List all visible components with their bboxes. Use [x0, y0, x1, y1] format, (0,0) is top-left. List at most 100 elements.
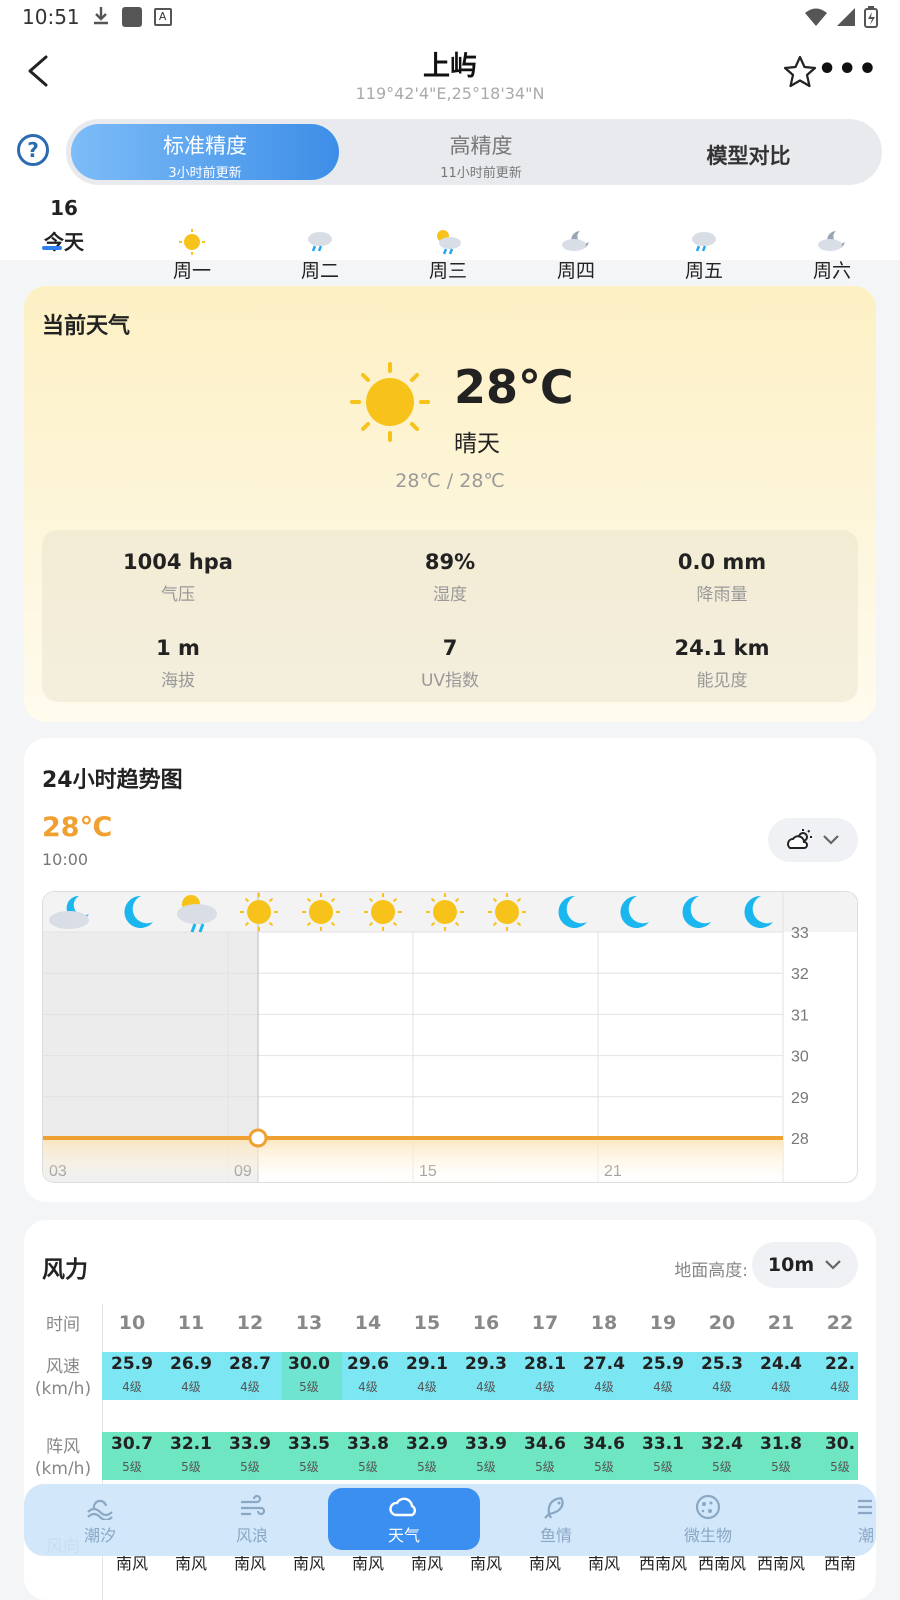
wind-speed-value: 29.3	[465, 1354, 507, 1374]
tab-standard-sub: 3小时前更新	[168, 166, 242, 181]
stat-value: 0.0 mm	[677, 550, 767, 574]
wind-column: 18 27.4 4级 34.6 5级 南风	[574, 1304, 634, 1573]
wind-hour: 12	[236, 1312, 264, 1334]
wind-gust-level: 5级	[830, 1460, 850, 1474]
day-label: 周六	[812, 260, 851, 282]
wind-hour: 22	[826, 1312, 854, 1334]
wind-gust-level: 5级	[299, 1460, 319, 1474]
day-label: 周二	[300, 260, 339, 282]
moon-cloud-icon	[512, 228, 640, 252]
current-point	[248, 1128, 268, 1148]
tab-fish[interactable]: 鱼情	[480, 1484, 632, 1556]
wind-gust-value: 33.8	[347, 1434, 389, 1454]
day-label: 周五	[684, 260, 723, 282]
tab-wind-wave[interactable]: 风浪	[176, 1484, 328, 1556]
microbe-icon	[632, 1492, 784, 1522]
tab-tide[interactable]: 潮汐	[24, 1484, 176, 1556]
wind-gust-value: 32.9	[406, 1434, 448, 1454]
tab-standard-precision[interactable]: 标准精度 3小时前更新	[71, 124, 339, 181]
status-time: 10:51	[22, 5, 80, 29]
tab-label: 潮汐	[83, 1526, 116, 1545]
trend-chart[interactable]: 33323130292803091521	[42, 891, 858, 1183]
wind-gust-value: 33.9	[465, 1434, 507, 1454]
tab-weather[interactable]: 天气	[328, 1488, 480, 1550]
row-label-speed-unit: (km/h)	[34, 1379, 92, 1399]
day-item-tue[interactable]: 周二	[256, 186, 384, 282]
day-item-sat[interactable]: 周六	[768, 186, 896, 282]
day-label: 今天	[44, 230, 84, 254]
help-icon[interactable]: ?	[17, 134, 49, 166]
weather-stats-grid: 1004 hpa 气压 89% 湿度 0.0 mm 降雨量 1 m 海拔 7 UV指数 2…	[42, 530, 858, 702]
weather-condition: 晴天	[454, 431, 500, 457]
precision-segmented-control: 标准精度 3小时前更新 高精度 11小时前更新 模型对比	[66, 119, 882, 185]
wind-speed-level: 4级	[535, 1380, 555, 1394]
battery-icon	[864, 6, 878, 28]
wind-hour: 16	[472, 1312, 500, 1334]
wind-hour: 20	[708, 1312, 736, 1334]
app-header: 上屿 119°42'4"E,25°18'34"N •••	[0, 34, 900, 116]
wind-column: 13 30.0 5级 33.5 5级 南风	[279, 1304, 339, 1573]
wind-gust-value: 30.7	[111, 1434, 153, 1454]
rain-cloud-icon	[256, 228, 384, 252]
wind-column: 17 28.1 4级 34.6 5级 南风	[515, 1304, 575, 1573]
wind-speed-level: 4级	[712, 1380, 732, 1394]
stat-label: 降雨量	[696, 585, 748, 605]
favorite-star-icon[interactable]	[782, 54, 818, 90]
day-selector: 16 今天 周一 周二 周三 周四 周五 周六	[0, 186, 900, 282]
stat-pressure: 1004 hpa 气压	[42, 530, 314, 616]
y-tick-label: 28	[791, 1131, 809, 1148]
wind-hour: 18	[590, 1312, 618, 1334]
stat-value: 1 m	[156, 636, 200, 660]
ground-height-select[interactable]: 10m	[752, 1242, 858, 1288]
day-label: 周四	[556, 260, 595, 282]
wind-column: 12 28.7 4级 33.9 5级 南风	[220, 1304, 280, 1573]
current-weather-title: 当前天气	[42, 314, 131, 339]
y-tick-label: 29	[791, 1090, 809, 1107]
more-menu-icon[interactable]: •••	[817, 55, 878, 85]
wind-speed-level: 4级	[240, 1380, 260, 1394]
day-item-thu[interactable]: 周四	[512, 186, 640, 282]
wind-hour: 21	[767, 1312, 795, 1334]
tab-high-precision[interactable]: 高精度 11小时前更新	[351, 124, 611, 181]
tab-model-compare[interactable]: 模型对比	[621, 124, 876, 180]
tab-label: 天气	[387, 1526, 420, 1545]
day-item-today[interactable]: 16 今天	[0, 186, 128, 260]
fish-icon	[480, 1492, 632, 1522]
wind-gust-value: 31.8	[760, 1434, 802, 1454]
wind-column: 19 25.9 4级 33.1 5级 西南风	[633, 1304, 693, 1573]
cloud-icon	[328, 1492, 480, 1522]
day-label: 周一	[172, 260, 211, 282]
wind-hour: 19	[649, 1312, 677, 1334]
wind-gust-level: 5级	[771, 1460, 791, 1474]
status-bar: 10:51 A	[0, 0, 900, 34]
rain-cloud-icon	[640, 228, 768, 252]
tab-compare-label: 模型对比	[706, 144, 791, 168]
tide-list-icon	[784, 1492, 876, 1522]
tab-label: 风浪	[235, 1526, 268, 1545]
wind-speed-level: 4级	[594, 1380, 614, 1394]
tab-microbe[interactable]: 微生物	[632, 1484, 784, 1556]
wind-speed-value: 28.1	[524, 1354, 566, 1374]
stat-value: 1004 hpa	[123, 550, 233, 574]
day-label: 周三	[428, 260, 467, 282]
day-item-wed[interactable]: 周三	[384, 186, 512, 282]
stat-label: 海拔	[161, 671, 195, 691]
stat-label: 湿度	[433, 585, 467, 605]
tab-label: 潮	[857, 1526, 874, 1545]
wind-speed-value: 28.7	[229, 1354, 271, 1374]
tab-tide-list[interactable]: 潮	[784, 1484, 876, 1556]
ground-height-label: 地面高度:	[674, 1261, 748, 1281]
wind-gust-level: 5级	[535, 1460, 555, 1474]
wind-gust-value: 32.1	[170, 1434, 212, 1454]
row-label-gust-unit: (km/h)	[34, 1459, 92, 1479]
wind-column: 11 26.9 4级 32.1 5级 南风	[161, 1304, 221, 1573]
trend-title: 24小时趋势图	[42, 768, 183, 793]
wind-speed-level: 4级	[653, 1380, 673, 1394]
moon-cloud-icon	[768, 228, 896, 252]
tab-high-label: 高精度	[449, 134, 513, 158]
day-item-fri[interactable]: 周五	[640, 186, 768, 282]
stat-rainfall: 0.0 mm 降雨量	[586, 530, 858, 616]
chart-type-dropdown[interactable]	[768, 818, 858, 862]
row-label-speed: 风速	[46, 1357, 80, 1377]
day-item-mon[interactable]: 周一	[128, 186, 256, 282]
